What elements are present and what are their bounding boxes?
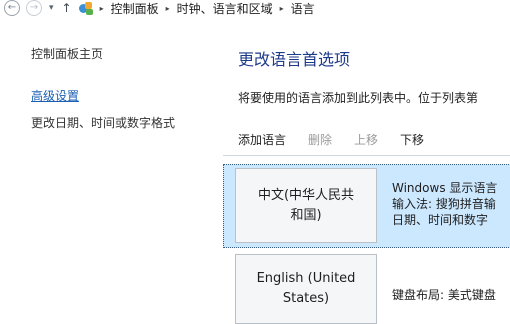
- breadcrumb-language[interactable]: 语言: [291, 0, 315, 17]
- page-description: 将要使用的语言添加到此列表中。位于列表第: [238, 91, 479, 105]
- language-info-line: 键盘布局: 美式键盘: [392, 288, 496, 302]
- language-name-line: States): [282, 291, 330, 306]
- breadcrumb-clock-language-region[interactable]: 时钟、语言和区域: [177, 0, 273, 17]
- language-info-line: 输入法: 搜狗拼音输: [392, 197, 496, 211]
- breadcrumb-separator-icon: ▸: [279, 3, 284, 13]
- back-button[interactable]: ←: [4, 0, 20, 16]
- recent-locations-dropdown-icon[interactable]: ▾: [49, 3, 54, 13]
- navigation-bar: ← → ▾ ↑ ▸ 控制面板 ▸ 时钟、语言和区域 ▸ 语言: [0, 0, 510, 16]
- language-name-line: English (United: [256, 271, 356, 286]
- language-tile-chinese[interactable]: 中文(中华人民共 和国): [235, 168, 377, 243]
- breadcrumb-separator-icon: ▸: [165, 3, 170, 13]
- back-arrow-icon: ←: [7, 2, 17, 13]
- forward-button[interactable]: →: [26, 0, 42, 16]
- list-divider: [223, 155, 510, 156]
- language-toolbar: 添加语言 删除 上移 下移: [238, 131, 446, 148]
- up-level-button[interactable]: ↑: [62, 1, 72, 15]
- language-info-line: 日期、时间和数字: [392, 213, 489, 227]
- move-down-button[interactable]: 下移: [400, 131, 424, 148]
- control-panel-icon: [78, 1, 93, 15]
- breadcrumb-separator-icon: ▸: [99, 3, 104, 13]
- language-name-line: 中文(中华人民共: [257, 187, 355, 203]
- sidebar-item-change-date-time-format[interactable]: 更改日期、时间或数字格式: [31, 114, 175, 131]
- breadcrumb-control-panel[interactable]: 控制面板: [111, 0, 159, 17]
- add-language-button[interactable]: 添加语言: [238, 131, 286, 148]
- page-title: 更改语言首选项: [238, 50, 351, 69]
- sidebar-item-advanced-settings[interactable]: 高级设置: [31, 87, 79, 104]
- sidebar-item-control-panel-home[interactable]: 控制面板主页: [31, 45, 103, 62]
- language-tile-english[interactable]: English (United States): [235, 254, 377, 324]
- move-up-button[interactable]: 上移: [354, 131, 378, 148]
- language-info-line: Windows 显示语言: [392, 181, 498, 195]
- forward-arrow-icon: →: [29, 2, 39, 13]
- remove-button[interactable]: 删除: [308, 131, 332, 148]
- language-name-line: 和国): [290, 207, 322, 223]
